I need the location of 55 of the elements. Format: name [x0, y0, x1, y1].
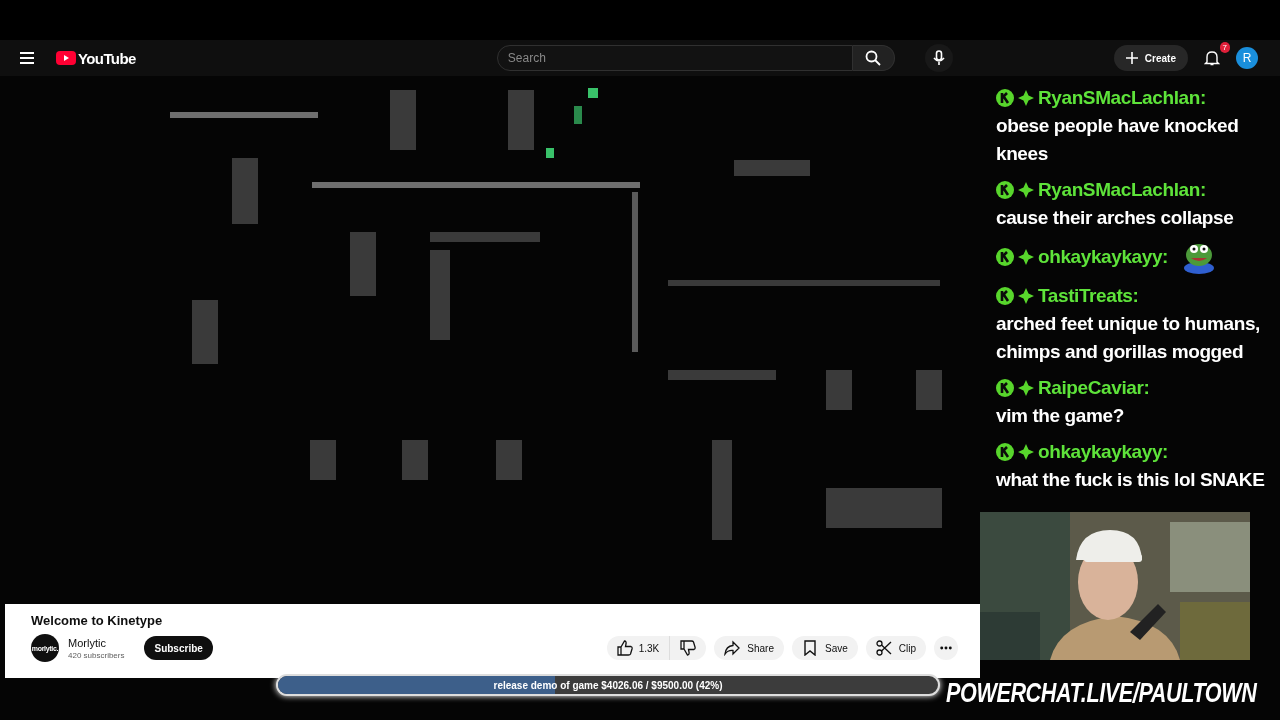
kick-badge-icon: [996, 181, 1014, 199]
account-avatar[interactable]: R: [1236, 47, 1258, 69]
notifications-button[interactable]: [1202, 48, 1222, 68]
kick-badge-icon: [996, 379, 1014, 397]
scissors-icon: [875, 640, 892, 656]
microphone-icon: [932, 50, 945, 66]
goal-label: release demo of game $4026.06 / $9500.00 (42%): [493, 679, 723, 691]
save-button[interactable]: Save: [791, 636, 858, 660]
video-title: Welcome to Kinetype: [31, 613, 164, 628]
menu-icon: [20, 52, 34, 64]
subscriber-count: 420 subscribers: [68, 650, 125, 660]
microphone-button[interactable]: [924, 44, 953, 72]
chat-message: arched feet unique to humans, chimps and gorillas mogged: [996, 312, 1261, 364]
diamond-icon: [1018, 444, 1034, 460]
plus-icon: [1125, 52, 1138, 64]
channel-name[interactable]: Morlytic: [68, 636, 125, 649]
menu-button[interactable]: [18, 50, 36, 66]
chat-username: RaipeCaviar:: [1038, 376, 1150, 400]
more-button[interactable]: [934, 636, 958, 660]
share-button[interactable]: Share: [714, 636, 784, 660]
overlay-url-text: POWERCHAT.LIVE/PAULTOWN: [946, 678, 1257, 709]
search-button[interactable]: [852, 45, 895, 71]
chat-message: obese people have knocked knees: [996, 114, 1240, 166]
diamond-icon: [1018, 380, 1034, 396]
thumbs-down-icon: [680, 640, 697, 656]
more-icon: [940, 646, 952, 650]
kick-badge-icon: [996, 443, 1014, 461]
subscribe-button[interactable]: Subscribe: [144, 636, 213, 660]
bookmark-icon: [801, 640, 818, 656]
kick-badge-icon: [996, 89, 1014, 107]
chat-message: vim the game?: [996, 404, 1124, 428]
notification-badge: 7: [1219, 42, 1230, 53]
logo[interactable]: YouTube: [56, 49, 136, 67]
thumbs-up-icon: [616, 640, 633, 656]
chat-message: what the fuck is this lol SNAKE: [996, 468, 1265, 492]
diamond-icon: [1018, 288, 1034, 304]
chat-username: ohkaykaykayy:: [1038, 440, 1168, 464]
diamond-icon: [1018, 249, 1034, 265]
search-field[interactable]: Search: [496, 45, 853, 71]
kick-badge-icon: [996, 248, 1014, 266]
diamond-icon: [1018, 90, 1034, 106]
chat-username: RyanSMacLachlan:: [1038, 178, 1206, 202]
search-icon: [865, 50, 882, 66]
like-button[interactable]: 1.3K: [606, 636, 670, 660]
kick-badge-icon: [996, 287, 1014, 305]
chat-username: RyanSMacLachlan:: [1038, 86, 1206, 110]
chat-message: cause their arches collapse: [996, 206, 1234, 230]
chat-username: TastiTreats:: [1038, 284, 1139, 308]
clip-button[interactable]: Clip: [865, 636, 926, 660]
play-logo-icon: [56, 51, 76, 65]
chat-username: ohkaykaykayy:: [1038, 245, 1168, 269]
diamond-icon: [1018, 182, 1034, 198]
create-button[interactable]: Create: [1113, 45, 1188, 71]
bell-icon: [1204, 50, 1220, 66]
share-icon: [724, 640, 741, 656]
